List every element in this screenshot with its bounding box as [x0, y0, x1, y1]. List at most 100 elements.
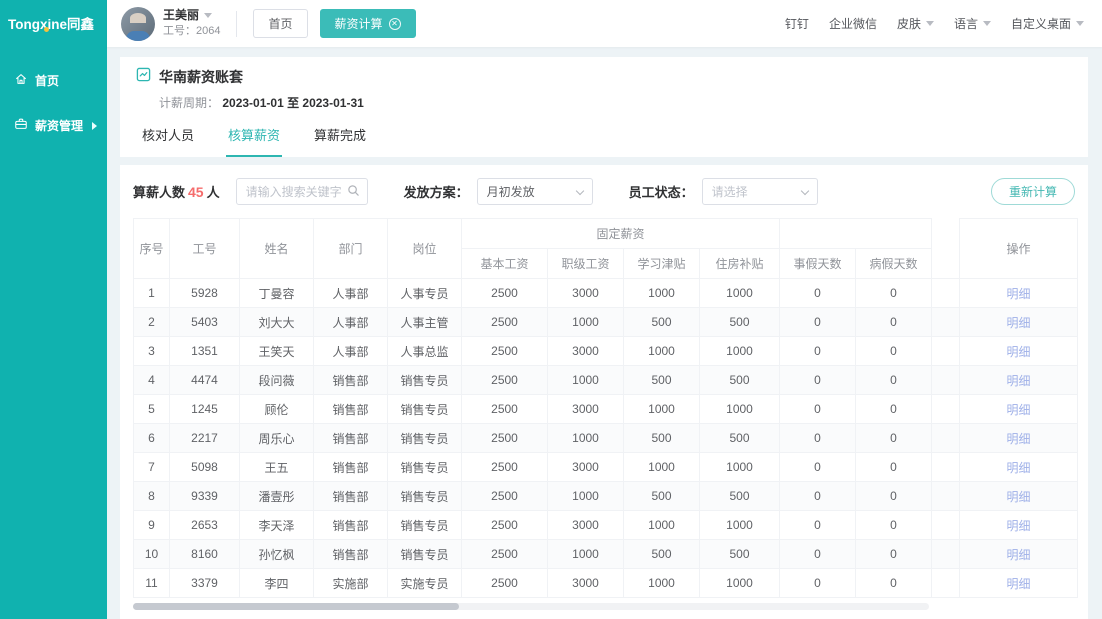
- cell-工号: 5098: [170, 453, 240, 482]
- cell-基本工资: 2500: [462, 395, 548, 424]
- tab-salary-complete[interactable]: 算薪完成: [312, 123, 368, 157]
- sidebar-item-home[interactable]: 首页: [0, 63, 107, 98]
- cell-岗位: 实施专员: [388, 569, 462, 598]
- detail-link[interactable]: 明细: [1007, 287, 1031, 301]
- tab-calculate-salary[interactable]: 核算薪资: [226, 123, 282, 157]
- col-岗位: 岗位: [388, 219, 462, 279]
- col-姓名: 姓名: [240, 219, 314, 279]
- pay-period: 计薪周期： 2023-01-01 至 2023-01-31: [159, 94, 1072, 111]
- logo-accent-dot: [44, 27, 49, 32]
- cell-职级工资: 3000: [548, 511, 624, 540]
- detail-link[interactable]: 明细: [1007, 345, 1031, 359]
- table-row: 113379李四实施部实施专员250030001000100000明细: [134, 569, 1078, 598]
- close-icon[interactable]: ✕: [389, 18, 401, 30]
- table-row: 25403刘大大人事部人事主管2500100050050000明细: [134, 308, 1078, 337]
- horizontal-scrollbar[interactable]: [133, 603, 929, 610]
- chevron-right-icon: [92, 122, 97, 130]
- cell-姓名: 李四: [240, 569, 314, 598]
- cell-部门: 销售部: [314, 424, 388, 453]
- detail-link[interactable]: 明细: [1007, 519, 1031, 533]
- table-row: 31351王笑天人事部人事总监250030001000100000明细: [134, 337, 1078, 366]
- menu-item-dingtalk[interactable]: 钉钉: [785, 15, 809, 32]
- cell-部门: 销售部: [314, 540, 388, 569]
- cell-事假天数: 0: [780, 424, 856, 453]
- filler-cell: [932, 453, 960, 482]
- employee-status-placeholder: 请选择: [712, 183, 748, 200]
- col-病假天数: 病假天数: [856, 249, 932, 279]
- cell-工号: 5403: [170, 308, 240, 337]
- nav-tab-home[interactable]: 首页: [253, 9, 307, 38]
- menu-label: 钉钉: [785, 15, 809, 32]
- cell-住房补贴: 1000: [700, 337, 780, 366]
- cell-姓名: 李天泽: [240, 511, 314, 540]
- cell-操作: 明细: [960, 279, 1078, 308]
- payout-plan-label: 发放方案：: [404, 182, 469, 201]
- main-area: 王美丽 工号：2064 首页 薪资计算 ✕ 钉钉 企业微信 皮肤: [107, 0, 1102, 619]
- cell-操作: 明细: [960, 424, 1078, 453]
- chevron-down-icon: [926, 21, 934, 26]
- menu-item-skin[interactable]: 皮肤: [897, 15, 934, 32]
- logo-text: Tongxine同鑫: [8, 17, 94, 32]
- cell-基本工资: 2500: [462, 453, 548, 482]
- nav-tab-salary-calc[interactable]: 薪资计算 ✕: [320, 9, 416, 38]
- tab-check-personnel[interactable]: 核对人员: [140, 123, 196, 157]
- cell-病假天数: 0: [856, 395, 932, 424]
- cell-序号: 5: [134, 395, 170, 424]
- sidebar-item-label: 首页: [35, 72, 59, 89]
- cell-病假天数: 0: [856, 569, 932, 598]
- cell-部门: 销售部: [314, 453, 388, 482]
- cell-工号: 3379: [170, 569, 240, 598]
- cell-操作: 明细: [960, 540, 1078, 569]
- home-icon: [14, 72, 28, 89]
- content: 华南薪资账套 计薪周期： 2023-01-01 至 2023-01-31 核对人…: [107, 47, 1102, 619]
- page-title: 华南薪资账套: [159, 67, 243, 87]
- sidebar-item-salary-management[interactable]: 薪资管理: [0, 108, 107, 143]
- menu-item-language[interactable]: 语言: [954, 15, 991, 32]
- cell-病假天数: 0: [856, 424, 932, 453]
- user-block[interactable]: 王美丽 工号：2064: [163, 8, 220, 39]
- detail-link[interactable]: 明细: [1007, 577, 1031, 591]
- filler-cell: [932, 279, 960, 308]
- table-row: 15928丁曼容人事部人事专员250030001000100000明细: [134, 279, 1078, 308]
- menu-item-custom-desktop[interactable]: 自定义桌面: [1011, 15, 1084, 32]
- scrollbar-thumb[interactable]: [133, 603, 459, 610]
- search-icon[interactable]: [347, 184, 360, 202]
- chevron-down-icon: [1076, 21, 1084, 26]
- headcount-label: 算薪人数: [133, 182, 185, 201]
- menu-item-wechat-work[interactable]: 企业微信: [829, 15, 877, 32]
- cell-部门: 实施部: [314, 569, 388, 598]
- user-avatar[interactable]: [121, 7, 155, 41]
- cell-基本工资: 2500: [462, 482, 548, 511]
- cell-病假天数: 0: [856, 511, 932, 540]
- cell-病假天数: 0: [856, 308, 932, 337]
- filler-cell: [932, 569, 960, 598]
- employee-status-select[interactable]: 请选择: [702, 178, 818, 205]
- menu-label: 语言: [954, 15, 978, 32]
- detail-link[interactable]: 明细: [1007, 461, 1031, 475]
- table-row: 92653李天泽销售部销售专员250030001000100000明细: [134, 511, 1078, 540]
- table-row: 44474段问薇销售部销售专员2500100050050000明细: [134, 366, 1078, 395]
- filler-cell: [932, 511, 960, 540]
- detail-link[interactable]: 明细: [1007, 374, 1031, 388]
- detail-link[interactable]: 明细: [1007, 490, 1031, 504]
- recalculate-button[interactable]: 重新计算: [991, 178, 1075, 205]
- detail-link[interactable]: 明细: [1007, 403, 1031, 417]
- cell-学习津贴: 1000: [624, 569, 700, 598]
- cell-序号: 11: [134, 569, 170, 598]
- app-window: Tongxine同鑫 首页 薪资管理 王美丽: [0, 0, 1102, 619]
- payout-plan-select[interactable]: 月初发放: [477, 178, 593, 205]
- cell-部门: 销售部: [314, 482, 388, 511]
- detail-link[interactable]: 明细: [1007, 548, 1031, 562]
- cell-操作: 明细: [960, 453, 1078, 482]
- detail-link[interactable]: 明细: [1007, 432, 1031, 446]
- cell-学习津贴: 1000: [624, 337, 700, 366]
- filler-cell: [932, 395, 960, 424]
- cell-职级工资: 1000: [548, 308, 624, 337]
- chevron-down-icon: [800, 187, 808, 195]
- detail-link[interactable]: 明细: [1007, 316, 1031, 330]
- table-row: 89339潘壹彤销售部销售专员2500100050050000明细: [134, 482, 1078, 511]
- col-事假天数: 事假天数: [780, 249, 856, 279]
- cell-住房补贴: 1000: [700, 511, 780, 540]
- cell-住房补贴: 500: [700, 366, 780, 395]
- user-name: 王美丽: [163, 8, 199, 23]
